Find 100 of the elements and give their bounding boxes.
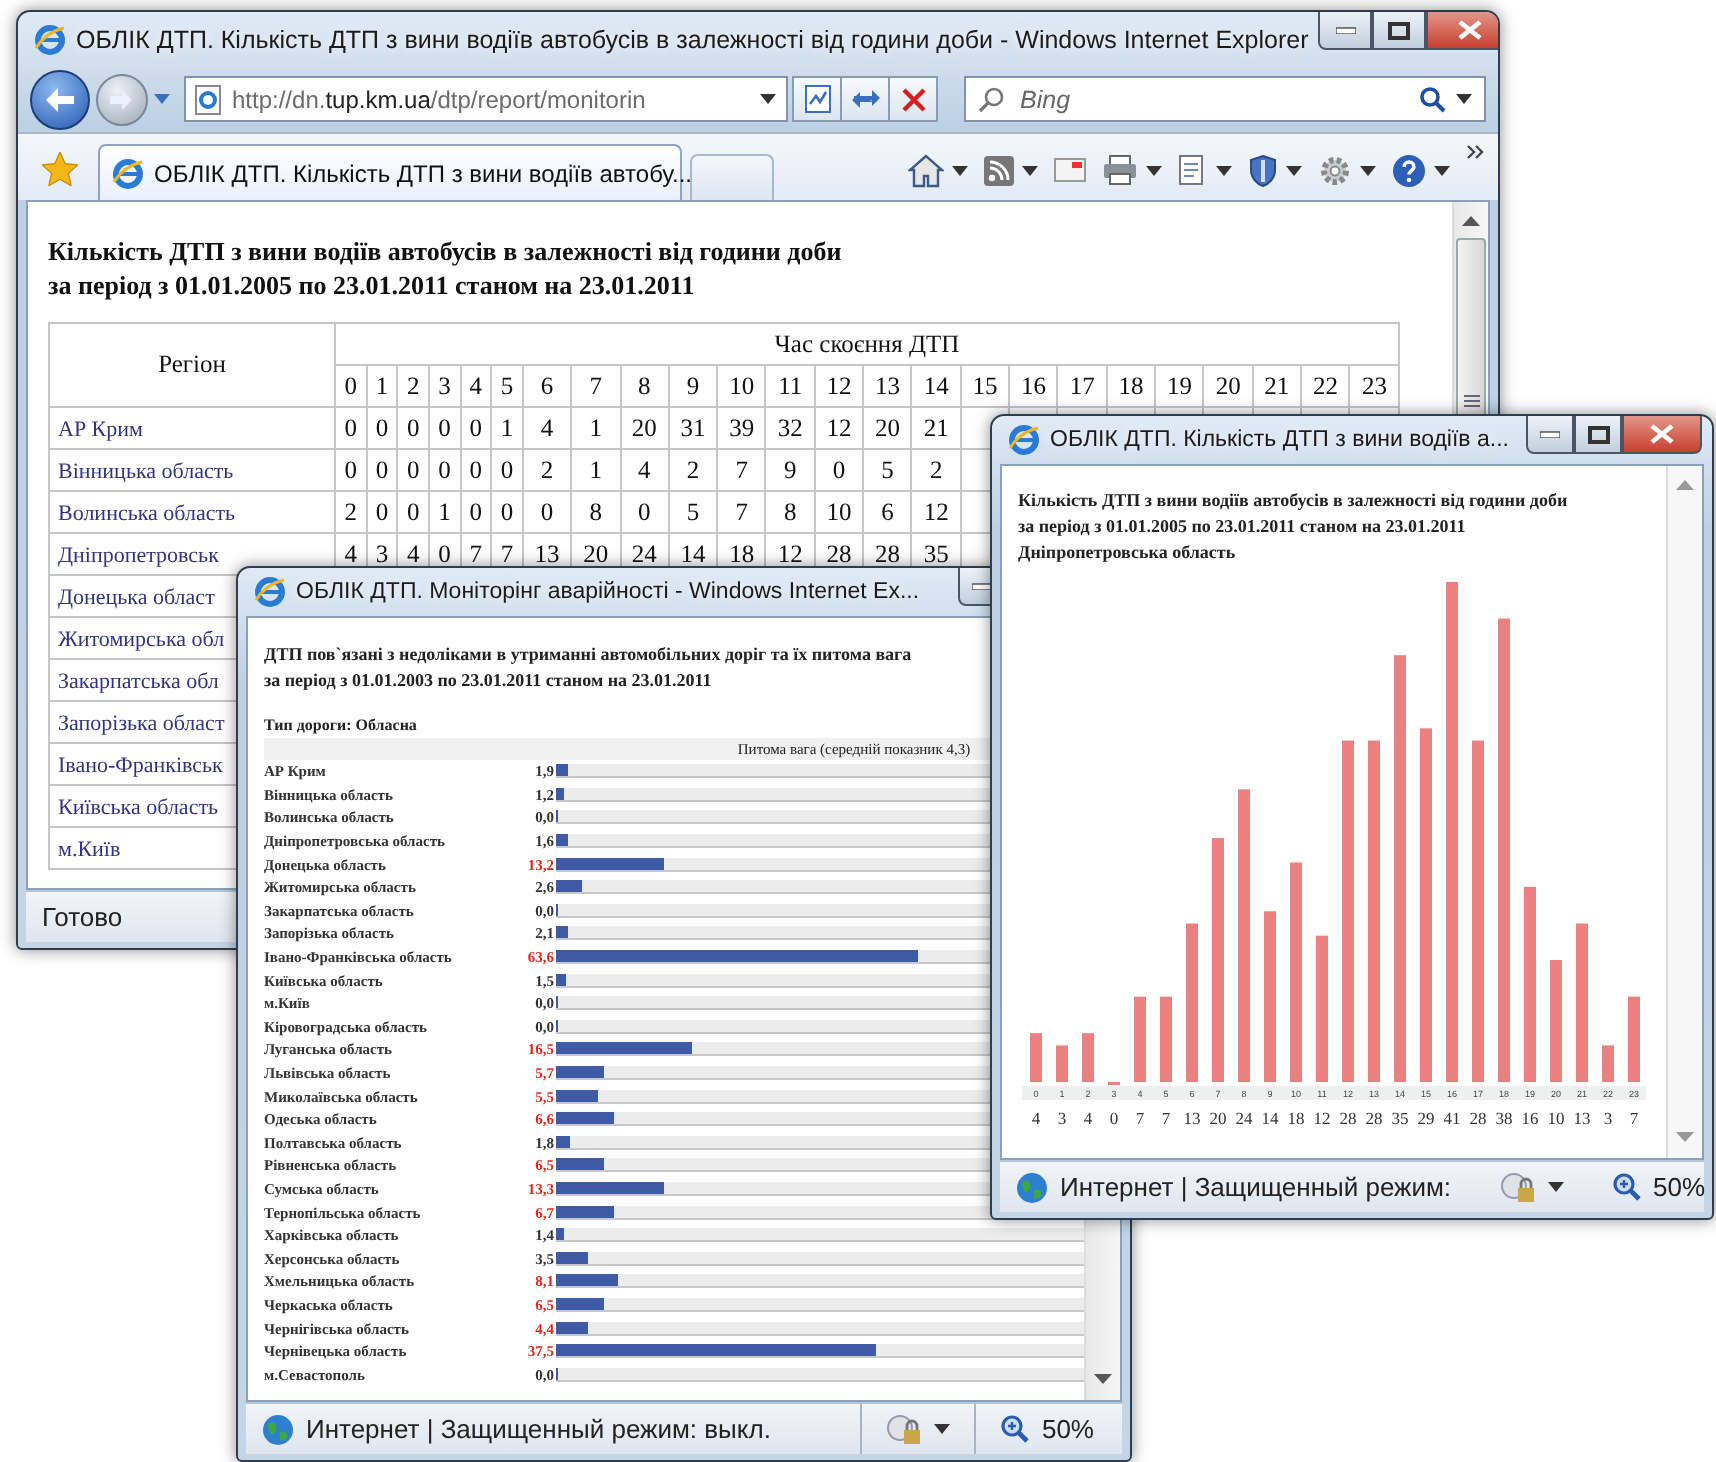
table-cell: 12 [814, 407, 864, 449]
table-cell: 7 [717, 449, 766, 491]
table-cell: 4 [620, 449, 669, 491]
table-cell: 6 [863, 491, 912, 533]
column-header: 16 [1009, 365, 1058, 407]
table-cell: 0 [814, 449, 864, 491]
column-header: 1 [366, 365, 398, 407]
table-cell: 8 [571, 491, 620, 533]
window-title: ОБЛІК ДТП. Кількість ДТП з вини водіїв автобусів в залежності від години доби - Windows Internet Explorer [76, 25, 1309, 53]
table-cell: 8 [765, 491, 815, 533]
table-cell: 10 [814, 491, 864, 533]
address-field[interactable]: http://dn.tup.km.ua/dtp/report/monitorin [184, 76, 788, 122]
value-label: 18 [1287, 1108, 1305, 1128]
report-heading: Кількість ДТП з вини водіїв автобусів в залежності від години доби за період з 01.01.2005 по 23.01.2011 станом на 23.01.2011 Дніпропетровська область [1018, 488, 1570, 566]
table-cell: 1 [491, 407, 523, 449]
region-link[interactable]: Івано-Франківськ [58, 753, 223, 777]
value-label: 3 [1057, 1108, 1067, 1128]
table-cell: 0 [522, 491, 572, 533]
status-text: Интернет | Защищенный режим: выкл. [306, 1414, 771, 1444]
region-link[interactable]: м.Київ [58, 837, 121, 861]
table-cell: 2 [668, 449, 718, 491]
value-label: 7 [1161, 1108, 1171, 1128]
table-cell: 5 [863, 449, 912, 491]
table-cell: 2 [911, 449, 961, 491]
report-heading: ДТП пов`язані з недоліками в утриманні автомобільних доріг та їх питома вага за період з 01.01.2003 по 23.01.2011 станом на 23.01.2011 [264, 642, 914, 694]
table-cell: 1 [428, 491, 461, 533]
table-cell: 0 [397, 407, 429, 449]
value-label: 41 [1443, 1108, 1461, 1128]
value-label: 7 [1135, 1108, 1145, 1128]
column-header: 21 [1252, 365, 1302, 407]
value-label: 12 [1313, 1108, 1331, 1128]
value-label: 3 [1603, 1108, 1613, 1128]
value-label: 29 [1417, 1108, 1435, 1128]
zoom-button[interactable]: 50% [987, 1414, 1106, 1444]
table-cell: 1 [571, 449, 620, 491]
column-header: 19 [1155, 365, 1204, 407]
zoom-button[interactable]: 50% [1599, 1172, 1712, 1202]
value-label: 4 [1083, 1108, 1093, 1128]
value-label: 13 [1183, 1108, 1201, 1128]
column-header: 3 [428, 365, 461, 407]
value-label: 35 [1391, 1108, 1409, 1128]
column-header: 20 [1203, 365, 1253, 407]
table-cell: 4 [522, 407, 572, 449]
table-cell: 0 [397, 491, 429, 533]
column-header: 11 [765, 365, 815, 407]
table-cell: 9 [765, 449, 815, 491]
column-header: 6 [522, 365, 572, 407]
column-header: 0 [335, 365, 367, 407]
column-header: 17 [1057, 365, 1107, 407]
table-cell: 1 [571, 407, 620, 449]
value-label: 28 [1365, 1108, 1383, 1128]
region-link[interactable]: Закарпатська обл [58, 669, 219, 693]
column-header: 10 [717, 365, 766, 407]
table-cell: 0 [366, 449, 398, 491]
column-header: 8 [620, 365, 669, 407]
value-label: 14 [1261, 1108, 1279, 1128]
value-label: 38 [1495, 1108, 1513, 1128]
value-label: 16 [1521, 1108, 1539, 1128]
column-header: 23 [1349, 365, 1399, 407]
value-label: 4 [1031, 1108, 1041, 1128]
value-label: 0 [1109, 1108, 1119, 1128]
table-cell: 31 [668, 407, 718, 449]
table-cell: 7 [717, 491, 766, 533]
value-label: 10 [1547, 1108, 1565, 1128]
column-header: 12 [814, 365, 864, 407]
value-label: 13 [1573, 1108, 1591, 1128]
column-header: 13 [863, 365, 912, 407]
table-cell: 32 [765, 407, 815, 449]
column-header: 15 [960, 365, 1010, 407]
value-label: 7 [1629, 1108, 1639, 1128]
report-heading: Кількість ДТП з вини водіїв автобусів в залежності від години доби за період з 01.01.2005 по 23.01.2011 станом на 23.01.2011 [48, 234, 844, 302]
table-cell: 0 [366, 491, 398, 533]
region-link[interactable]: АР Крим [58, 417, 143, 441]
column-header: 14 [911, 365, 961, 407]
status-text: Интернет | Защищенный режим: [1060, 1172, 1452, 1202]
table-cell: 12 [911, 491, 961, 533]
value-label: 24 [1235, 1108, 1253, 1128]
column-header: 9 [668, 365, 718, 407]
table-cell: 0 [491, 491, 523, 533]
search-field[interactable]: Bing [1016, 83, 1408, 115]
value-label: 20 [1209, 1108, 1227, 1128]
value-label: 28 [1339, 1108, 1357, 1128]
column-header: Час скоєння ДТП [335, 323, 1399, 365]
table-cell: 0 [620, 491, 669, 533]
table-cell: 0 [335, 449, 367, 491]
road-type-label: Тип дороги: Обласна [264, 716, 419, 734]
table-cell: 39 [717, 407, 766, 449]
column-header: 18 [1106, 365, 1156, 407]
window-title: ОБЛІК ДТП. Кількість ДТП з вини водіїв а... [1050, 428, 1509, 452]
column-header: 22 [1301, 365, 1350, 407]
search-bar[interactable]: Bing [964, 76, 1486, 122]
column-header: 2 [397, 365, 429, 407]
table-cell: 0 [397, 449, 429, 491]
value-label: 28 [1469, 1108, 1487, 1128]
region-link[interactable]: Запорізька област [58, 711, 225, 735]
column-header: Регіон [49, 323, 335, 407]
table-cell: 20 [620, 407, 669, 449]
table-cell: 2 [335, 491, 367, 533]
column-header: 4 [460, 365, 492, 407]
table-cell: 0 [460, 449, 492, 491]
